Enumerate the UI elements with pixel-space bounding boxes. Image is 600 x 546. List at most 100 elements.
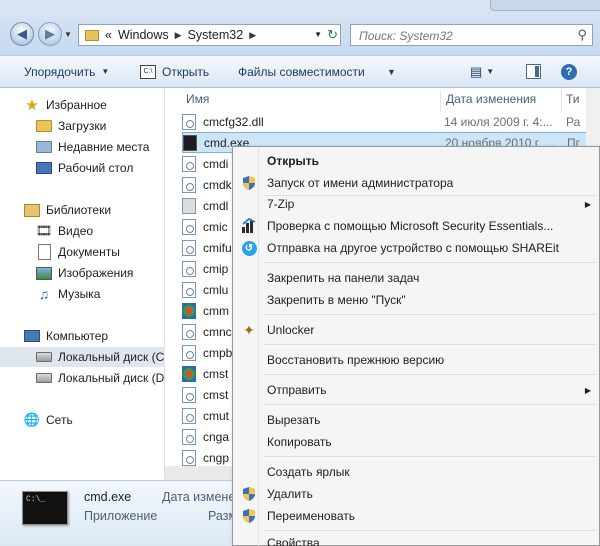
breadcrumb-windows[interactable]: Windows	[118, 28, 169, 42]
menu-item-create-shortcut[interactable]: Создать ярлык	[235, 461, 597, 483]
address-field[interactable]: « Windows ▶ System32 ▶ ▼ ↻	[78, 24, 341, 46]
address-dropdown-icon[interactable]: ▼	[314, 30, 322, 39]
compat-files-button[interactable]: Файлы совместимости	[238, 56, 365, 87]
sidebar-item-music[interactable]: ♫ Музыка	[0, 284, 165, 304]
preview-pane-button[interactable]	[526, 56, 541, 87]
dll-file-icon	[182, 407, 196, 424]
window-controls[interactable]	[490, 0, 600, 11]
sidebar-item-label: Видео	[58, 224, 94, 238]
console-app-icon	[183, 134, 197, 151]
sidebar-item-libraries[interactable]: Библиотеки	[0, 200, 165, 220]
file-type: Ра	[566, 114, 581, 129]
file-name: cmdl	[203, 198, 229, 213]
change-view-button[interactable]: ▤ ▼	[470, 56, 494, 87]
search-box[interactable]: ⚲	[350, 24, 593, 46]
column-divider[interactable]	[440, 90, 441, 112]
help-button[interactable]: ?	[561, 56, 577, 87]
menu-item-pin-taskbar[interactable]: Закрепить на панели задач	[235, 267, 597, 289]
menu-item-label: Вырезать	[267, 413, 321, 427]
breadcrumb-system32[interactable]: System32	[188, 28, 244, 42]
file-name: cmpb	[203, 345, 233, 360]
menu-item-rename[interactable]: Переименовать	[235, 505, 597, 527]
more-commands-icon[interactable]: ▼	[387, 56, 396, 87]
recent-places-icon	[36, 140, 52, 154]
sidebar-item-drive-c[interactable]: Локальный диск (C	[0, 347, 165, 367]
chevron-right-icon[interactable]: ▶	[175, 30, 182, 41]
sidebar-item-label: Документы	[58, 245, 120, 259]
menu-item-open[interactable]: Открыть	[235, 150, 597, 172]
file-name: cmdi	[203, 156, 229, 171]
organize-button[interactable]: Упорядочить ▼	[24, 56, 109, 87]
dll-file-icon	[182, 155, 196, 172]
details-file-type: Приложение	[84, 509, 158, 523]
app-file-icon	[182, 197, 196, 214]
menu-item-pin-start[interactable]: Закрепить в меню "Пуск"	[235, 289, 597, 311]
sidebar-item-favorites[interactable]: ★ Избранное	[0, 95, 165, 115]
menu-item-label: Отправка на другое устройство с помощью …	[267, 241, 559, 255]
menu-item-cut[interactable]: Вырезать	[235, 409, 597, 431]
history-dropdown-icon[interactable]: ▼	[64, 30, 72, 39]
arrow-right-icon: ▶	[45, 26, 55, 41]
refresh-icon[interactable]: ↻	[327, 27, 338, 43]
sidebar-item-video[interactable]: 🎞 Видео	[0, 221, 165, 241]
dll-file-icon	[182, 281, 196, 298]
forward-button[interactable]: ▶	[38, 22, 62, 46]
search-icon[interactable]: ⚲	[577, 27, 587, 43]
chevron-down-icon: ▼	[101, 67, 110, 76]
menu-separator	[264, 262, 596, 263]
sidebar-item-downloads[interactable]: Загрузки	[0, 116, 165, 136]
sidebar-item-label: Компьютер	[46, 329, 109, 343]
menu-item-label: 7-Zip	[267, 197, 295, 211]
menu-item-7zip[interactable]: 7-Zip ▶	[235, 193, 597, 215]
organize-label: Упорядочить	[24, 64, 96, 79]
menu-item-send-to[interactable]: Отправить ▶	[235, 379, 597, 401]
dll-file-icon	[182, 176, 196, 193]
menu-item-properties[interactable]: Свойства	[235, 535, 597, 546]
sidebar-item-network[interactable]: 🌐 Сеть	[0, 410, 165, 430]
file-name: cmut	[203, 408, 230, 423]
colorful-app-icon	[182, 365, 196, 382]
sidebar-item-computer[interactable]: Компьютер	[0, 326, 165, 346]
sidebar-item-desktop[interactable]: Рабочий стол	[0, 158, 165, 178]
chevron-right-icon[interactable]: ▶	[249, 30, 256, 41]
menu-item-label: Unlocker	[267, 323, 315, 337]
sidebar-item-images[interactable]: Изображения	[0, 263, 165, 283]
help-icon: ?	[561, 63, 577, 80]
breadcrumb-overflow[interactable]: «	[105, 28, 112, 42]
menu-item-delete[interactable]: Удалить	[235, 483, 597, 505]
sidebar-item-drive-d[interactable]: Локальный диск (D	[0, 368, 165, 388]
table-row[interactable]: cmcfg32.dll 14 июля 2009 г. 4:... Ра	[182, 111, 600, 132]
menu-item-unlocker[interactable]: ✦ Unlocker	[235, 319, 597, 341]
sidebar-item-documents[interactable]: Документы	[0, 242, 165, 262]
menu-item-label: Переименовать	[267, 509, 355, 523]
horizontal-scrollbar[interactable]	[165, 466, 235, 480]
menu-item-label: Удалить	[267, 487, 313, 501]
dll-file-icon	[182, 239, 196, 256]
file-name: cmip	[203, 261, 229, 276]
column-header-date[interactable]: Дата изменения	[446, 92, 536, 110]
menu-item-restore-version[interactable]: Восстановить прежнюю версию	[235, 349, 597, 371]
back-button[interactable]: ◀	[10, 22, 34, 46]
open-label: Открыть	[162, 64, 210, 79]
menu-item-copy[interactable]: Копировать	[235, 431, 597, 453]
menu-item-label: Запуск от имени администратора	[267, 176, 454, 190]
submenu-arrow-icon: ▶	[584, 199, 591, 209]
libraries-icon	[24, 203, 40, 217]
menu-item-label: Проверка с помощью Microsoft Security Es…	[267, 219, 554, 233]
dll-file-icon	[182, 449, 196, 466]
column-header-type[interactable]: Ти	[566, 92, 580, 110]
column-header-name[interactable]: Имя	[186, 92, 209, 110]
view-list-icon: ▤	[470, 63, 483, 79]
menu-item-mse-scan[interactable]: Проверка с помощью Microsoft Security Es…	[235, 215, 597, 237]
search-input[interactable]	[357, 26, 566, 46]
menu-item-label: Закрепить в меню "Пуск"	[267, 293, 406, 307]
sidebar-item-label: Музыка	[58, 287, 101, 301]
file-name: cngp	[203, 450, 230, 465]
open-button[interactable]: C:\ Открыть	[140, 56, 209, 87]
sidebar-item-recent[interactable]: Недавние места	[0, 137, 165, 157]
menu-separator	[264, 344, 596, 345]
column-divider[interactable]	[561, 90, 562, 112]
file-thumbnail: C:\_	[22, 491, 68, 525]
menu-item-shareit[interactable]: ↺ Отправка на другое устройство с помощь…	[235, 237, 597, 259]
menu-item-run-as-admin[interactable]: Запуск от имени администратора	[235, 172, 597, 194]
